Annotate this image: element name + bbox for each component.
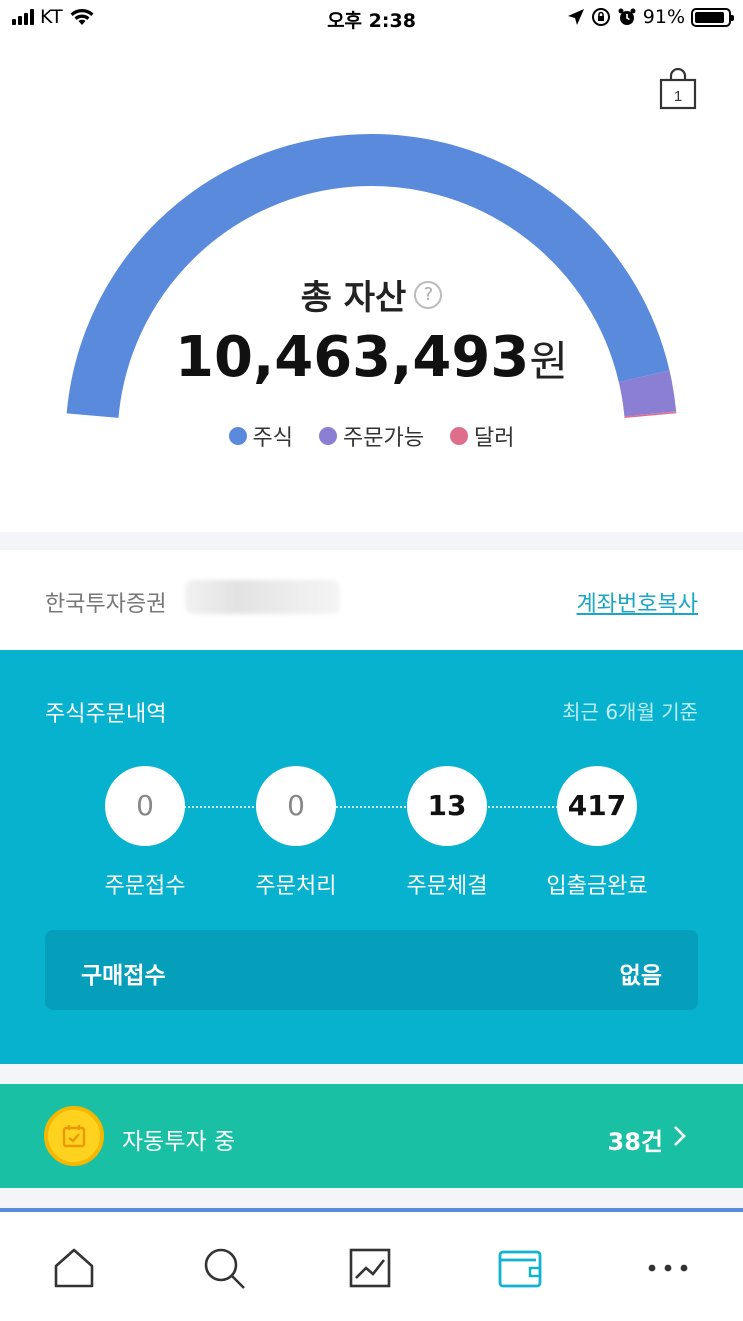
help-icon[interactable]: ? — [414, 280, 443, 309]
battery-fill — [695, 11, 725, 23]
more-icon — [648, 1264, 688, 1272]
bottom-tab-bar — [0, 1212, 743, 1321]
auto-invest-banner[interactable]: 자동투자 중 38건 — [0, 1084, 743, 1188]
chevron-right-icon — [674, 1126, 686, 1146]
battery-icon — [691, 7, 734, 27]
account-number-masked — [185, 580, 340, 614]
total-assets-amount: 10,463,493 — [175, 325, 530, 390]
section-divider — [0, 1064, 743, 1084]
step-label: 입출금완료 — [546, 874, 648, 899]
auto-invest-count: 38건 — [607, 1128, 663, 1156]
calendar-coin-icon — [44, 1106, 104, 1166]
location-arrow-icon — [567, 9, 584, 25]
account-row: 한국투자증권 계좌번호복사 — [0, 570, 743, 630]
tab-wallet[interactable] — [496, 1244, 544, 1292]
step-order-received[interactable]: 0 주문접수 — [85, 766, 205, 900]
rotation-lock-icon — [591, 8, 610, 26]
cart-button[interactable]: 1 — [658, 67, 698, 110]
tab-home[interactable] — [50, 1244, 98, 1292]
battery-percent: 91% — [642, 6, 685, 28]
chart-icon — [349, 1248, 391, 1288]
total-assets-value: 10,463,493원 — [0, 325, 743, 390]
legend-label: 주식 — [252, 426, 294, 451]
wallet-icon — [498, 1250, 542, 1288]
step-order-executed[interactable]: 13 주문체결 — [387, 766, 507, 900]
tab-search[interactable] — [200, 1244, 248, 1292]
legend-label: 주문가능 — [343, 426, 424, 451]
total-assets-label: 총 자산 — [300, 278, 407, 318]
steps-connector — [145, 806, 597, 808]
order-history-title: 주식주문내역 — [45, 702, 167, 727]
step-count: 13 — [407, 766, 487, 846]
cart-count: 1 — [674, 88, 682, 105]
total-assets-label-wrap: 총 자산 ? — [301, 270, 443, 319]
status-bar: KT 오후 2:38 91% — [0, 0, 743, 40]
total-assets-header: 총 자산 ? — [0, 270, 743, 319]
legend-item-orderable: 주문가능 — [319, 420, 424, 452]
step-count: 0 — [256, 766, 336, 846]
step-transfer-complete[interactable]: 417 입출금완료 — [537, 766, 657, 900]
legend-dot-orderable — [319, 427, 338, 445]
step-order-processing[interactable]: 0 주문처리 — [236, 766, 356, 900]
broker-name: 한국투자증권 — [45, 592, 167, 617]
tab-chart[interactable] — [346, 1244, 394, 1292]
status-right: 91% — [567, 6, 734, 28]
search-icon — [204, 1248, 245, 1289]
step-label: 주문접수 — [104, 874, 186, 899]
purchase-received-row[interactable]: 구매접수 없음 — [45, 930, 698, 1010]
copy-account-number-link[interactable]: 계좌번호복사 — [577, 586, 698, 618]
legend-dot-stock — [228, 427, 247, 445]
legend-item-dollar: 달러 — [449, 420, 515, 452]
legend-dot-dollar — [449, 427, 468, 445]
gauge-legend: 주식 주문가능 달러 — [0, 420, 743, 452]
order-history-panel: 주식주문내역 최근 6개월 기준 0 주문접수 0 주문처리 13 주문체결 4… — [0, 650, 743, 1064]
legend-item-stock: 주식 — [228, 420, 294, 452]
tab-more[interactable] — [644, 1244, 692, 1292]
shopping-bag-icon: 1 — [659, 67, 697, 110]
step-count: 0 — [105, 766, 185, 846]
home-icon — [54, 1248, 94, 1288]
step-count: 417 — [557, 766, 637, 846]
purchase-received-label: 구매접수 — [81, 963, 166, 989]
step-label: 주문체결 — [406, 874, 488, 899]
currency-unit: 원 — [529, 337, 568, 386]
section-divider — [0, 532, 743, 550]
legend-label: 달러 — [473, 426, 515, 451]
purchase-received-value: 없음 — [619, 963, 662, 989]
order-history-period: 최근 6개월 기준 — [562, 700, 698, 724]
auto-invest-label: 자동투자 중 — [122, 1129, 236, 1155]
section-divider — [0, 1188, 743, 1208]
alarm-icon — [618, 8, 636, 25]
calendar-icon — [62, 1125, 86, 1148]
step-label: 주문처리 — [255, 874, 337, 899]
